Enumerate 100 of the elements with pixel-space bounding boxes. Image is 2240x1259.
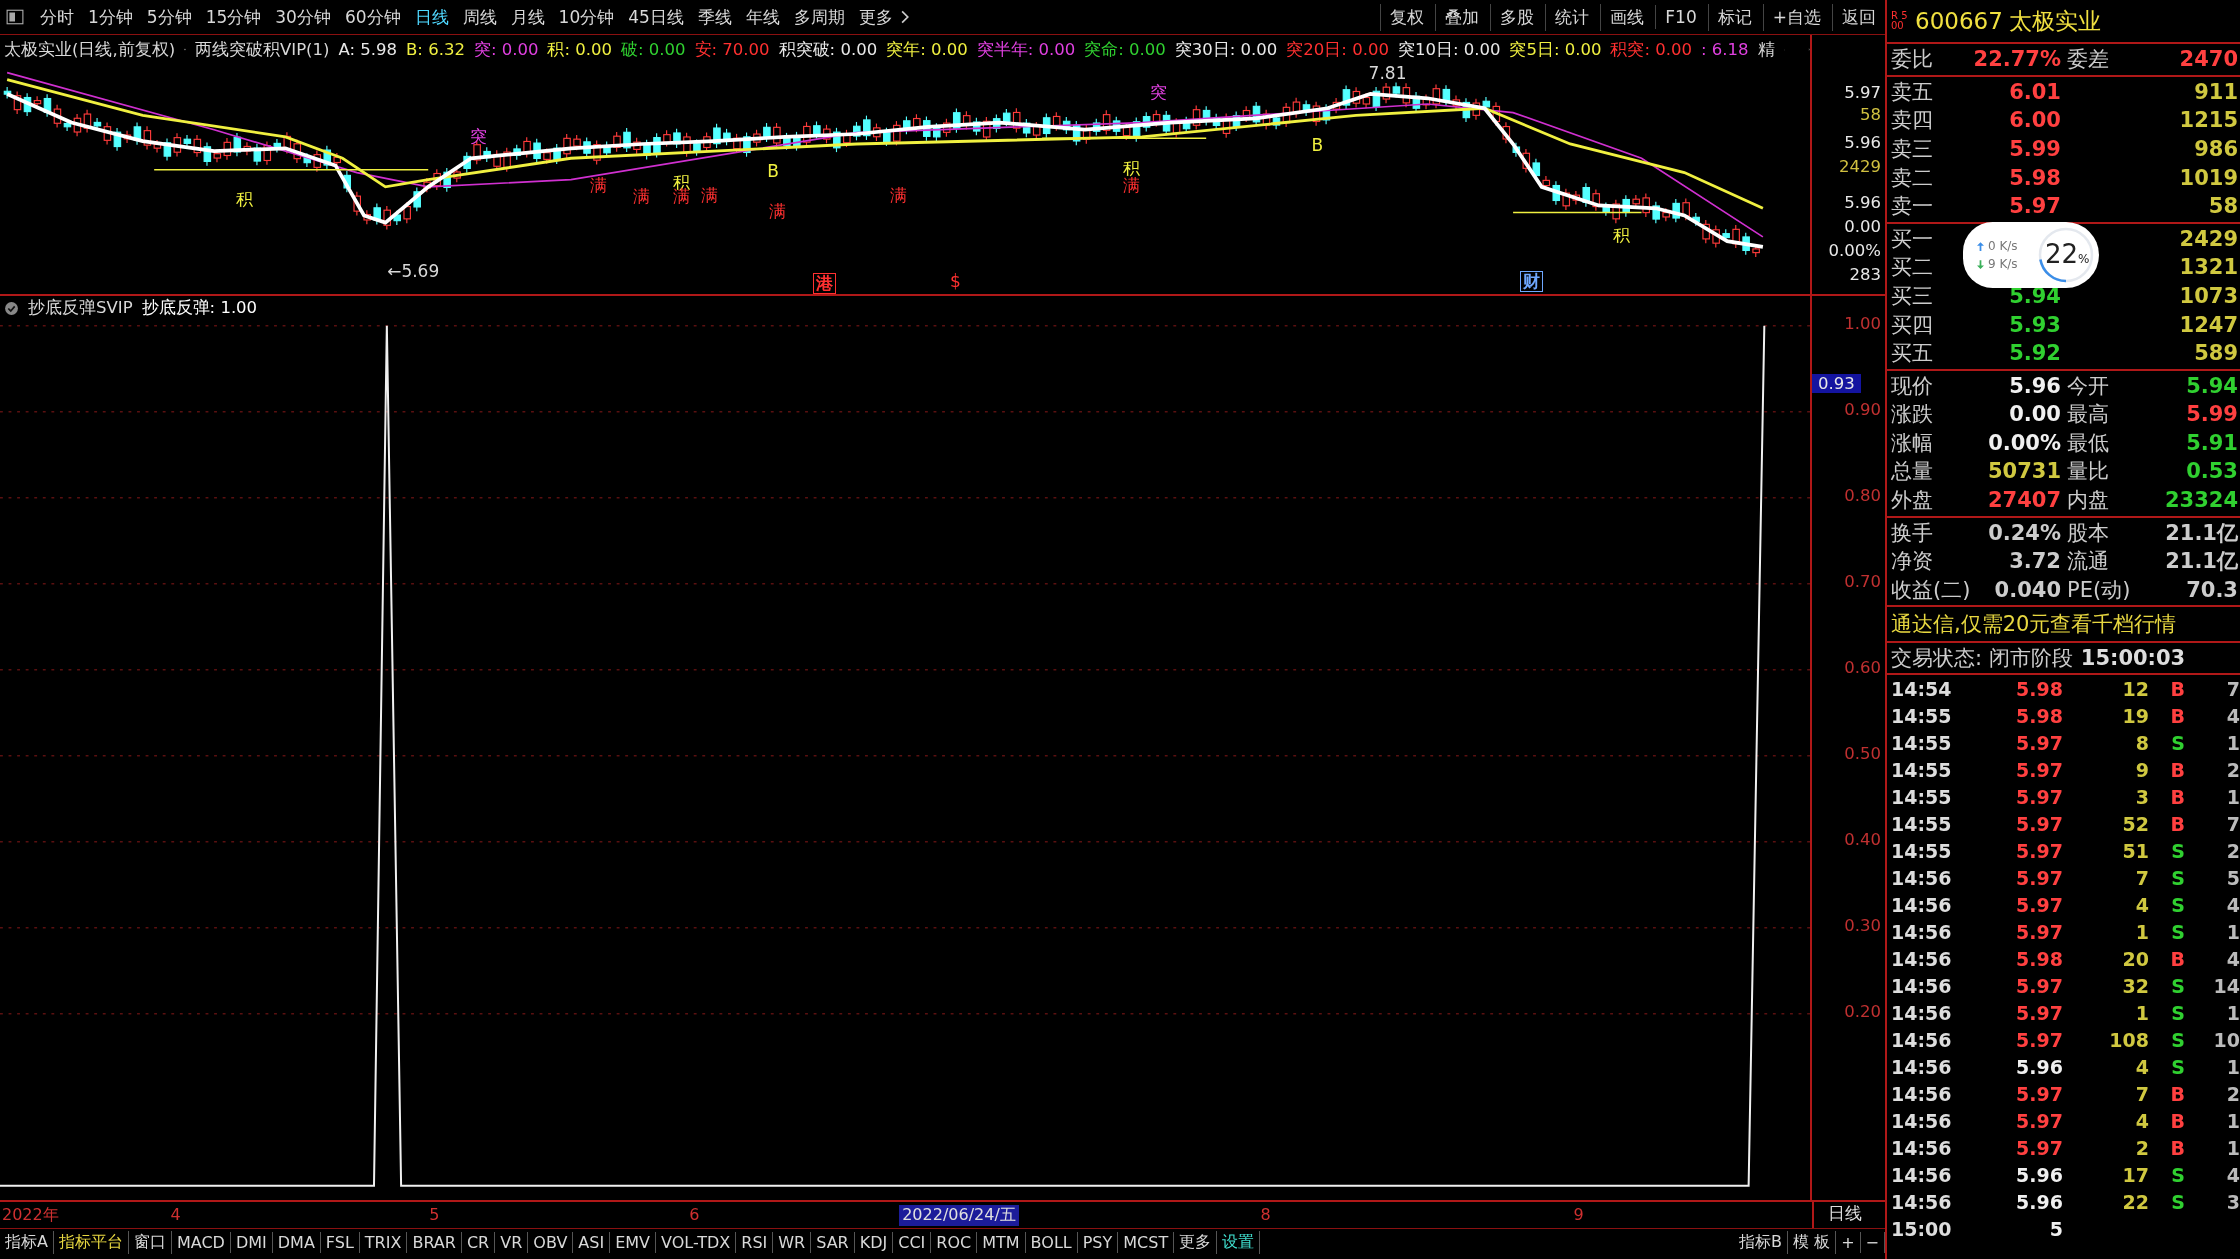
indicator-tab[interactable]: ASI — [573, 1231, 611, 1253]
indicator-tab[interactable]: − — [1860, 1231, 1885, 1253]
chart-marker: 积 — [1122, 159, 1140, 177]
trade-price: 5.97 — [2015, 812, 2063, 835]
quote-label: 总量 — [1890, 458, 1934, 486]
indicator-tab[interactable]: OBV — [528, 1231, 574, 1253]
axis-label: 0.80 — [1844, 486, 1881, 505]
trade-volume: 51 — [2121, 839, 2149, 862]
indicator-tab[interactable]: FSL — [320, 1231, 360, 1253]
order-volume: 1073 — [2179, 284, 2239, 309]
trade-time: 14:56 — [1890, 1082, 1953, 1105]
usage-percent: 22% — [2045, 239, 2090, 269]
toolbar-button[interactable]: 标记 — [1707, 3, 1761, 31]
toolbar-button[interactable]: 复权 — [1380, 3, 1434, 31]
period-tab[interactable]: 年线 — [739, 3, 786, 31]
trade-count: 14 — [2212, 974, 2240, 997]
period-tab[interactable]: 分时 — [34, 3, 80, 31]
indicator-tab[interactable]: 指标平台 — [53, 1230, 129, 1254]
trade-volume: 12 — [2121, 677, 2149, 700]
quote-value: 3.72 — [2009, 548, 2062, 576]
period-tab[interactable]: 10分钟 — [552, 3, 621, 31]
trade-side: S — [2170, 1001, 2185, 1024]
quote-value: 5.94 — [2186, 372, 2239, 400]
trade-time: 14:56 — [1890, 1136, 1953, 1159]
quote-value: 50731 — [1987, 458, 2062, 486]
window-icon[interactable] — [6, 8, 24, 26]
indicator-tab[interactable]: 窗口 — [128, 1230, 172, 1254]
indicator-tab[interactable]: EMV — [610, 1231, 656, 1253]
toolbar-button[interactable]: +自选 — [1762, 3, 1830, 31]
period-tab[interactable]: 日线 — [408, 3, 455, 31]
indicator-tab[interactable]: 设置 — [1217, 1230, 1261, 1254]
period-tab[interactable]: 季线 — [691, 3, 738, 31]
period-tab[interactable]: 5分钟 — [140, 3, 198, 31]
trade-count: 2 — [2225, 839, 2240, 862]
indicator-value: 突: 0.00 — [473, 38, 539, 61]
toolbar-button[interactable]: 画线 — [1600, 3, 1654, 31]
period-tab[interactable]: 多周期 — [787, 3, 851, 31]
trade-price: 5.97 — [2015, 839, 2063, 862]
order-label: 买二 — [1890, 254, 1934, 282]
period-tab[interactable]: 60分钟 — [338, 3, 407, 31]
indicator-tab[interactable]: SAR — [811, 1231, 855, 1253]
current-value-label: 0.93 — [1812, 374, 1861, 394]
indicator-tab[interactable]: MCST — [1118, 1231, 1175, 1253]
trade-price: 5.97 — [2015, 1028, 2063, 1051]
promo-link[interactable]: 通达信,仅需20元查看千档行情 — [1887, 608, 2240, 641]
toolbar-button[interactable]: 多股 — [1490, 3, 1544, 31]
network-widget[interactable]: 0 K/s 9 K/s 22% — [1963, 222, 2099, 288]
indicator-name[interactable]: 抄底反弹SVIP — [28, 297, 133, 319]
axis-label: 5.96 — [1844, 192, 1881, 212]
toolbar-button[interactable]: 返回 — [1832, 3, 1885, 31]
indicator-tab[interactable]: VR — [495, 1231, 529, 1253]
date-label: 4 — [170, 1205, 181, 1224]
indicator-tab[interactable]: MACD — [171, 1231, 231, 1253]
indicator-tab[interactable]: VOL-TDX — [656, 1231, 737, 1253]
toolbar-button[interactable]: 叠加 — [1435, 3, 1489, 31]
period-tab[interactable]: 30分钟 — [269, 3, 337, 31]
indicator-tab[interactable]: WR — [773, 1231, 812, 1253]
toolbar-button[interactable]: 统计 — [1545, 3, 1599, 31]
chart-marker: 满 — [590, 176, 607, 194]
order-price: 5.98 — [2009, 165, 2062, 190]
order-label: 买五 — [1890, 340, 1934, 368]
trade-count: 4 — [2225, 704, 2240, 727]
period-tab[interactable]: 1分钟 — [82, 3, 139, 31]
indicator-tab[interactable]: DMA — [272, 1231, 321, 1253]
indicator-tab[interactable]: 更多 — [1174, 1230, 1218, 1254]
indicator-tab[interactable]: BRAR — [407, 1231, 462, 1253]
toolbar-button[interactable]: F10 — [1655, 5, 1706, 29]
date-label: 6 — [689, 1205, 700, 1224]
indicator-tab[interactable]: ROC — [931, 1231, 978, 1253]
trade-price: 5.97 — [2015, 731, 2063, 754]
trade-price: 5.97 — [2015, 1136, 2063, 1159]
trade-time: 14:56 — [1890, 920, 1953, 943]
chevron-right-icon[interactable] — [900, 10, 910, 24]
order-price: 5.92 — [2009, 341, 2062, 366]
indicator-tab[interactable]: RSI — [736, 1231, 774, 1253]
trade-side: B — [2169, 812, 2185, 835]
indicator-tab[interactable]: CCI — [893, 1231, 932, 1253]
indicator-tab[interactable]: TRIX — [359, 1231, 408, 1253]
trade-side: S — [2170, 731, 2185, 754]
indicator-tab[interactable]: DMI — [230, 1231, 273, 1253]
quote-value: 0.00% — [1988, 429, 2062, 457]
trade-time: 14:55 — [1890, 758, 1953, 781]
indicator-tab[interactable]: 指标B — [1734, 1230, 1789, 1254]
period-tab[interactable]: 45日线 — [622, 3, 690, 31]
chart-marker: 满 — [768, 202, 786, 220]
indicator-tab[interactable]: KDJ — [854, 1231, 894, 1253]
indicator-tab[interactable]: + — [1836, 1231, 1861, 1253]
period-tab[interactable]: 更多 — [852, 3, 899, 31]
indicator-tab[interactable]: 指标A — [0, 1230, 54, 1254]
indicator-tab[interactable]: 模 板 — [1788, 1230, 1837, 1254]
chart-marker: ←5.69 — [387, 262, 440, 280]
indicator-tab[interactable]: BOLL — [1025, 1231, 1078, 1253]
period-tab[interactable]: 15分钟 — [199, 3, 268, 31]
indicator-tab[interactable]: PSY — [1077, 1231, 1119, 1253]
indicator-name[interactable]: 两线突破积VIP(1) — [195, 38, 330, 61]
indicator-value: : 6.18 — [1701, 40, 1749, 59]
indicator-tab[interactable]: MTM — [977, 1231, 1026, 1253]
period-tab[interactable]: 周线 — [456, 3, 503, 31]
period-tab[interactable]: 月线 — [504, 3, 551, 31]
indicator-tab[interactable]: CR — [461, 1231, 496, 1253]
